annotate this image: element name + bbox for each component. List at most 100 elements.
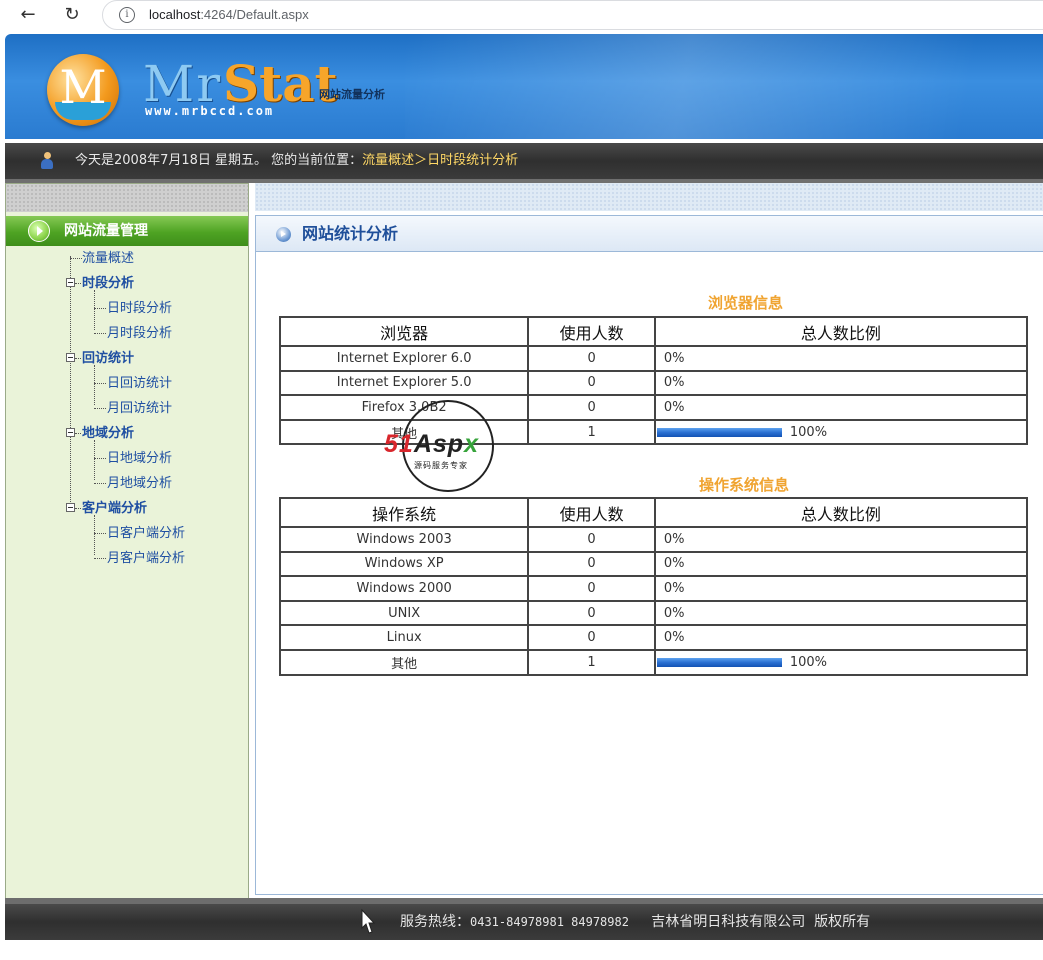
logo-url: www.mrbccd.com <box>145 104 275 118</box>
percentage: 0% <box>653 369 1029 397</box>
reload-icon[interactable]: ↻ <box>60 3 84 27</box>
logo-subtitle: 网站流量分析 <box>319 88 385 101</box>
table-row: Linux 0 0% <box>278 624 1029 651</box>
user-count: 1 <box>527 648 656 676</box>
progress-bar <box>656 657 782 667</box>
table-row: Windows 2003 0 0% <box>278 526 1029 553</box>
date-text: 今天是2008年7月18日 星期五。 您的当前位置： <box>75 153 363 168</box>
back-arrow-icon[interactable]: ← <box>16 3 40 27</box>
os-name: Windows 2003 <box>278 526 530 553</box>
logo-emblem: M <box>47 54 119 126</box>
table-row: Internet Explorer 5.0 0 0% <box>278 369 1029 397</box>
table-row: Windows 2000 0 0% <box>278 575 1029 602</box>
status-bar: 今天是2008年7月18日 星期五。 您的当前位置：流量概述＞日时段统计分析 <box>5 143 1043 179</box>
nav-group-region[interactable]: 地域分析 <box>82 421 134 446</box>
os-name: UNIX <box>278 599 530 627</box>
nav-monthly-revisit[interactable]: 月回访统计 <box>107 396 172 421</box>
collapse-icon[interactable] <box>66 428 75 437</box>
percentage: 0% <box>653 624 1029 651</box>
nav-group-revisit[interactable]: 回访统计 <box>82 346 134 371</box>
percentage: 100% <box>653 648 1029 676</box>
collapse-icon[interactable] <box>66 353 75 362</box>
collapse-icon[interactable] <box>66 278 75 287</box>
column-header: 操作系统 <box>278 497 530 528</box>
hotline-numbers: 0431-84978981 84978982 <box>470 915 629 929</box>
logo-stat-text: Stat <box>223 54 338 113</box>
nav-monthly-time[interactable]: 月时段分析 <box>107 321 172 346</box>
user-count: 0 <box>527 575 656 602</box>
percentage: 0% <box>653 575 1029 602</box>
percentage: 0% <box>653 550 1029 578</box>
os-table: 操作系统 使用人数 总人数比例 Windows 2003 0 0% Window… <box>278 497 1029 676</box>
address-bar[interactable]: i localhost:4264/Default.aspx <box>102 0 1043 30</box>
percentage: 0% <box>653 599 1029 627</box>
user-count: 0 <box>527 345 656 372</box>
nav-monthly-region[interactable]: 月地域分析 <box>107 471 172 496</box>
sidebar-header-label: 网站流量管理 <box>64 223 148 239</box>
table-row: 其他 1 100% <box>278 648 1029 676</box>
table-row: Internet Explorer 6.0 0 0% <box>278 345 1029 372</box>
user-count: 0 <box>527 624 656 651</box>
nav-daily-region[interactable]: 日地域分析 <box>107 446 172 471</box>
copyright: 版权所有 <box>814 914 871 930</box>
browser-section-title: 浏览器信息 <box>708 294 784 312</box>
site-frame: M Mr Stat 网站流量分析 www.mrbccd.com 今天是2008年… <box>5 34 1043 940</box>
current-location: 流量概述＞日时段统计分析 <box>362 153 519 168</box>
status-text: 今天是2008年7月18日 星期五。 您的当前位置：流量概述＞日时段统计分析 <box>75 143 518 179</box>
percentage: 0% <box>653 526 1029 553</box>
logo-mr-text: Mr <box>143 55 223 113</box>
url-host: localhost <box>149 7 201 22</box>
table-row: UNIX 0 0% <box>278 599 1029 627</box>
user-count: 0 <box>527 599 656 627</box>
footer-text: 服务热线：0431-84978981 84978982 吉林省明日科技有限公司 … <box>400 904 870 940</box>
browser-name: Internet Explorer 6.0 <box>278 345 530 372</box>
company-name: 吉林省明日科技有限公司 <box>651 914 806 930</box>
percentage: 0% <box>653 394 1029 421</box>
main-content: 网站统计分析 浏览器信息 浏览器 使用人数 总人数比例 Internet Exp… <box>255 215 1043 895</box>
column-header: 总人数比例 <box>653 497 1029 528</box>
collapse-icon[interactable] <box>66 503 75 512</box>
os-name: 其他 <box>278 648 530 676</box>
user-count: 0 <box>527 369 656 397</box>
nav-daily-revisit[interactable]: 日回访统计 <box>107 371 172 396</box>
nav-daily-time[interactable]: 日时段分析 <box>107 296 172 321</box>
percentage: 100% <box>653 418 1029 446</box>
column-header: 总人数比例 <box>653 316 1029 347</box>
user-count: 0 <box>527 550 656 578</box>
site-banner: M Mr Stat 网站流量分析 www.mrbccd.com <box>5 34 1043 139</box>
hotline-label: 服务热线： <box>400 914 470 930</box>
user-count: 0 <box>527 526 656 553</box>
user-icon <box>41 152 53 170</box>
column-header: 使用人数 <box>527 497 656 528</box>
play-icon <box>276 227 291 242</box>
table-row: Windows XP 0 0% <box>278 550 1029 578</box>
watermark-logo: 51Aspx 源码服务专家 <box>380 400 520 496</box>
url-path: :4264/Default.aspx <box>200 7 309 22</box>
nav-monthly-client[interactable]: 月客户端分析 <box>107 546 185 571</box>
percentage: 0% <box>653 345 1029 372</box>
user-count: 0 <box>527 394 656 421</box>
user-count: 1 <box>527 418 656 446</box>
column-header: 浏览器 <box>278 316 530 347</box>
browser-name: Internet Explorer 5.0 <box>278 369 530 397</box>
cursor-icon <box>361 908 376 934</box>
content-header: 网站统计分析 <box>256 216 1043 252</box>
os-name: Windows 2000 <box>278 575 530 602</box>
progress-bar <box>656 427 782 437</box>
nav-daily-client[interactable]: 日客户端分析 <box>107 521 185 546</box>
nav-group-client[interactable]: 客户端分析 <box>82 496 147 521</box>
info-icon[interactable]: i <box>119 7 135 23</box>
page-title: 网站统计分析 <box>302 224 399 243</box>
logo-letter: M <box>59 60 107 114</box>
column-header: 使用人数 <box>527 316 656 347</box>
sidebar: 网站流量管理 流量概述 时段分析 日时段分析 月时段分析 回访统计 日回访统计 … <box>5 183 249 900</box>
browser-toolbar: ← ↻ i localhost:4264/Default.aspx <box>0 0 1043 30</box>
arrow-circle-icon <box>28 220 50 242</box>
sidebar-header[interactable]: 网站流量管理 <box>6 216 248 246</box>
os-section-title: 操作系统信息 <box>699 476 790 494</box>
nav-group-time[interactable]: 时段分析 <box>82 271 134 296</box>
os-name: Windows XP <box>278 550 530 578</box>
nav-overview[interactable]: 流量概述 <box>82 246 134 271</box>
nav-tree: 流量概述 时段分析 日时段分析 月时段分析 回访统计 日回访统计 月回访统计 地… <box>6 246 248 586</box>
os-name: Linux <box>278 624 530 651</box>
